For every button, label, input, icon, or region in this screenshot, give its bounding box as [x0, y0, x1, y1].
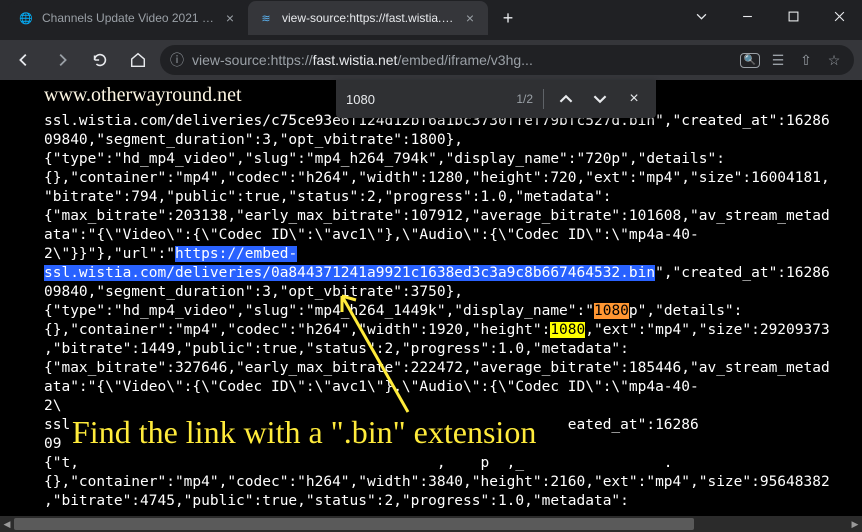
- scroll-right-arrow[interactable]: ▶: [848, 516, 862, 532]
- forward-button[interactable]: [46, 44, 78, 76]
- wistia-icon: ≋: [258, 10, 274, 26]
- tab-title: view-source:https://fast.wistia.ne: [282, 11, 454, 25]
- address-bar[interactable]: ⓘ view-source:https://fast.wistia.net/em…: [160, 45, 854, 75]
- url-text: view-source:https://fast.wistia.net/embe…: [192, 52, 732, 68]
- selected-url: https://embed-: [175, 246, 297, 262]
- close-window-button[interactable]: [816, 0, 862, 32]
- tab-view-source[interactable]: ≋ view-source:https://fast.wistia.ne ×: [248, 1, 488, 35]
- close-icon[interactable]: ×: [222, 10, 238, 26]
- new-tab-button[interactable]: +: [494, 4, 522, 32]
- minimize-button[interactable]: [724, 0, 770, 32]
- site-info-icon[interactable]: ⓘ: [170, 50, 184, 70]
- maximize-button[interactable]: [770, 0, 816, 32]
- window-controls: [678, 0, 862, 32]
- separator: [543, 89, 544, 109]
- close-icon[interactable]: ×: [462, 10, 478, 26]
- browser-toolbar: ⓘ view-source:https://fast.wistia.net/em…: [0, 40, 862, 80]
- find-input[interactable]: [346, 92, 466, 107]
- find-close-button[interactable]: ×: [622, 87, 646, 111]
- tabs-area: 🌐 Channels Update Video 2021 - RI × ≋ vi…: [0, 0, 678, 36]
- scrollbar-thumb[interactable]: [14, 518, 694, 530]
- find-in-page-bar: 1/2 ×: [336, 80, 656, 118]
- scroll-left-arrow[interactable]: ◀: [0, 516, 14, 532]
- globe-icon: 🌐: [18, 10, 34, 26]
- home-button[interactable]: [122, 44, 154, 76]
- reader-icon[interactable]: ☰: [768, 50, 788, 70]
- chevron-down-icon[interactable]: [678, 0, 724, 32]
- find-match: 1080: [550, 322, 585, 338]
- find-prev-button[interactable]: [554, 87, 578, 111]
- find-match-active: 1080: [594, 303, 629, 319]
- zoom-icon[interactable]: 🔍: [740, 50, 760, 70]
- watermark-text: www.otherwayround.net: [44, 84, 242, 107]
- tab-channels-update[interactable]: 🌐 Channels Update Video 2021 - RI ×: [8, 1, 248, 35]
- annotation-text: Find the link with a ".bin" extension: [72, 414, 536, 451]
- find-next-button[interactable]: [588, 87, 612, 111]
- star-icon[interactable]: ☆: [824, 50, 844, 70]
- reload-button[interactable]: [84, 44, 116, 76]
- tab-title: Channels Update Video 2021 - RI: [42, 11, 214, 25]
- horizontal-scrollbar[interactable]: ◀ ▶: [0, 516, 862, 532]
- find-count: 1/2: [516, 92, 533, 106]
- window-titlebar: 🌐 Channels Update Video 2021 - RI × ≋ vi…: [0, 0, 862, 40]
- share-icon[interactable]: ⇧: [796, 50, 816, 70]
- back-button[interactable]: [8, 44, 40, 76]
